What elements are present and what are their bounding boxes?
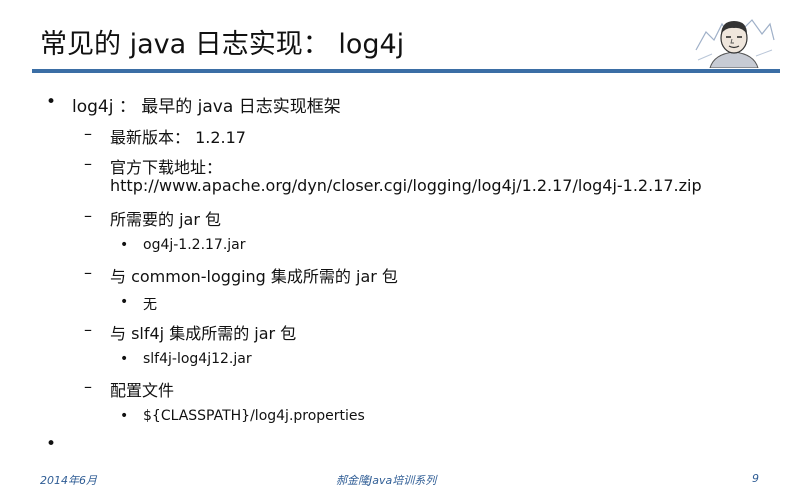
bullet-marker: • (46, 434, 57, 454)
bullet-marker: • (120, 237, 129, 253)
dash-marker: – (84, 154, 92, 173)
sub-bullet-config: 配置文件 (110, 381, 175, 400)
dash-marker: – (84, 206, 92, 225)
dash-marker: – (84, 377, 92, 396)
slide-content: • log4j ： 最早的 java 日志实现框架 – 最新版本： 1.2.17… (0, 0, 800, 500)
footer-date: 2014年6月 (40, 474, 97, 487)
bullet-marker: • (46, 92, 57, 112)
sub-bullet-slf4j: 与 slf4j 集成所需的 jar 包 (110, 324, 297, 343)
bullet-marker: • (120, 408, 129, 424)
item-slf4j-jar: slf4j-log4j12.jar (143, 351, 252, 367)
bullet-log4j: log4j ： 最早的 java 日志实现框架 (72, 97, 341, 117)
item-required-jar: og4j-1.2.17.jar (143, 237, 246, 253)
item-config-file: ${CLASSPATH}/log4j.properties (143, 408, 365, 424)
download-url: http://www.apache.org/dyn/closer.cgi/log… (110, 176, 702, 195)
page-number: 9 (752, 472, 759, 485)
bullet-marker: • (120, 351, 129, 367)
sub-bullet-download: 官方下载地址： (110, 158, 223, 177)
footer-series: 郝金隆Java培训系列 (336, 474, 437, 487)
bullet-marker: • (120, 294, 129, 310)
dash-marker: – (84, 320, 92, 339)
sub-bullet-required-jar: 所需要的 jar 包 (110, 210, 222, 229)
sub-bullet-version: 最新版本： 1.2.17 (110, 128, 246, 147)
dash-marker: – (84, 124, 92, 143)
sub-bullet-common-logging: 与 common-logging 集成所需的 jar 包 (110, 267, 398, 286)
item-common-logging-jar: 无 (143, 297, 157, 313)
dash-marker: – (84, 263, 92, 282)
